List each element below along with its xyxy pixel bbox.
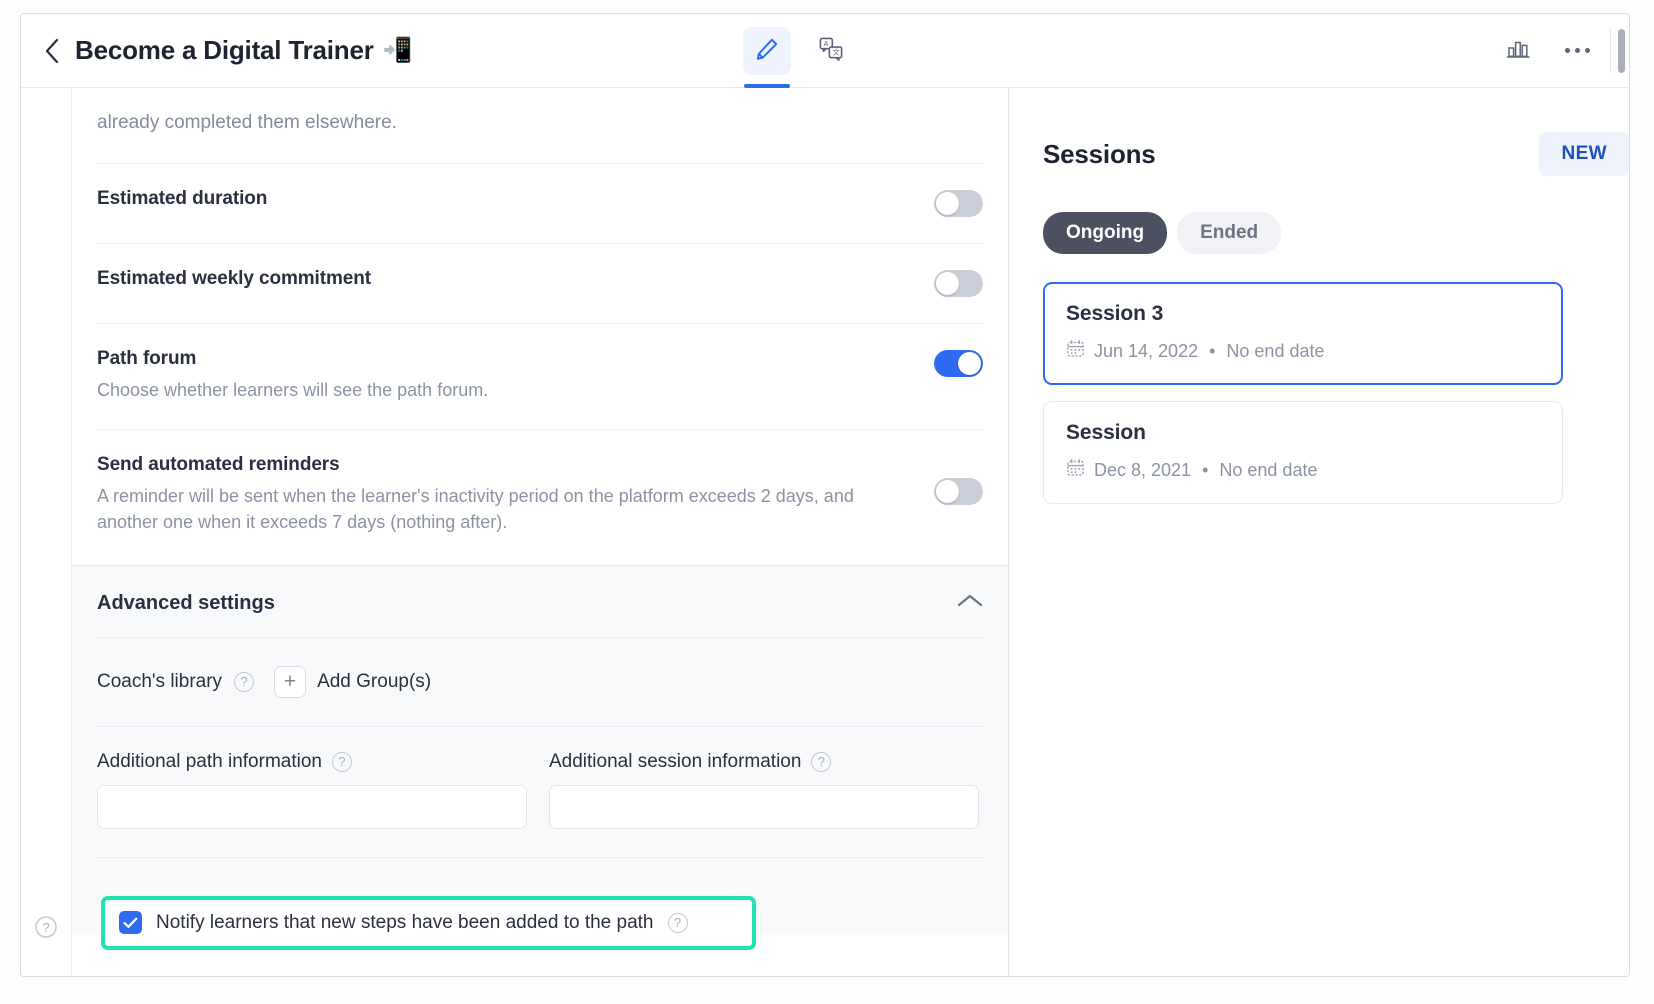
lead-paragraph: already completed them elsewhere. [97, 112, 397, 133]
setting-send-automated-reminders: Send automated reminders A reminder will… [72, 430, 1008, 535]
window-frame: Become a Digital Trainer 📲 A 文 ? already… [20, 13, 1630, 977]
header-actions [1490, 14, 1629, 87]
page-header: Become a Digital Trainer 📲 A 文 [21, 14, 1629, 88]
svg-text:?: ? [42, 920, 49, 935]
translate-icon: A 文 [818, 36, 844, 67]
session-card-session[interactable]: Session Dec 8, 2021 • No end date [1043, 401, 1563, 504]
app-root: Become a Digital Trainer 📲 A 文 ? already… [0, 0, 1654, 1004]
advanced-settings-title: Advanced settings [97, 591, 275, 614]
additional-path-information-help-icon[interactable]: ? [331, 751, 352, 772]
toggle-estimated-weekly-commitment[interactable] [934, 269, 983, 297]
session-start-date: Jun 14, 2022 [1094, 340, 1199, 361]
filter-ongoing[interactable]: Ongoing [1043, 212, 1168, 254]
session-start-date: Dec 8, 2021 [1094, 459, 1192, 480]
session-card-session-3[interactable]: Session 3 Jun 14, 2022 • No end date [1043, 282, 1563, 385]
header-divider [1610, 28, 1611, 73]
statistics-button[interactable] [1490, 14, 1548, 87]
coach-library-row: Coach's library ? + Add Group(s) [72, 638, 1008, 726]
notify-highlight-box: Notify learners that new steps have been… [101, 896, 756, 950]
additional-path-information-field: Additional path information ? [97, 751, 527, 829]
session-name: Session 3 [1066, 302, 1164, 325]
tab-translate[interactable]: A 文 [807, 27, 855, 75]
additional-path-information-input[interactable] [97, 784, 527, 829]
additional-path-information-label: Additional path information [97, 750, 322, 772]
chevron-left-icon [43, 37, 61, 65]
toggle-estimated-duration[interactable] [934, 189, 983, 217]
setting-title: Estimated weekly commitment [97, 267, 371, 289]
notify-learners-row[interactable]: Notify learners that new steps have been… [105, 900, 752, 946]
header-tab-group: A 文 [743, 14, 855, 88]
settings-pane: ? already completed them elsewhere. Esti… [21, 88, 1009, 976]
toggle-knob [936, 271, 959, 295]
divider [97, 856, 983, 858]
setting-estimated-weekly-commitment: Estimated weekly commitment [72, 244, 1008, 297]
mobile-phone-arrow-emoji: 📲 [382, 36, 413, 64]
additional-information-row: Additional path information ? Additional… [72, 727, 1008, 829]
session-separator: • [1209, 340, 1216, 361]
svg-text:文: 文 [833, 47, 840, 56]
filter-ended[interactable]: Ended [1177, 212, 1282, 254]
setting-description: A reminder will be sent when the learner… [97, 485, 854, 532]
page-title: Become a Digital Trainer 📲 [75, 35, 413, 66]
session-end-date: No end date [1219, 459, 1318, 480]
advanced-settings-header[interactable]: Advanced settings [72, 566, 1008, 637]
more-options-icon [1564, 48, 1590, 53]
toggle-path-forum[interactable] [934, 349, 983, 377]
calendar-icon [1066, 458, 1085, 482]
session-meta: Jun 14, 2022 • No end date [1066, 339, 1540, 363]
plus-icon: + [274, 665, 307, 698]
sessions-pane: Sessions NEW Ongoing Ended Session 3 Jun… [1009, 88, 1629, 976]
session-name: Session [1066, 421, 1146, 444]
more-options-button[interactable] [1548, 14, 1606, 87]
new-session-button[interactable]: NEW [1539, 132, 1629, 176]
left-rail: ? [21, 88, 72, 976]
setting-title: Path forum [97, 347, 197, 369]
page-body: ? already completed them elsewhere. Esti… [21, 88, 1629, 976]
sessions-list: Session 3 Jun 14, 2022 • No end date Ses… [1009, 254, 1629, 504]
setting-title: Estimated duration [97, 187, 268, 209]
session-meta: Dec 8, 2021 • No end date [1066, 458, 1540, 482]
page-scrollbar[interactable] [1615, 28, 1627, 73]
setting-title: Send automated reminders [97, 453, 340, 475]
notify-learners-label: Notify learners that new steps have been… [156, 911, 654, 933]
setting-estimated-duration: Estimated duration [72, 164, 1008, 217]
coach-library-label: Coach's library [97, 670, 223, 692]
chevron-up-icon[interactable] [957, 593, 983, 614]
advanced-settings-section: Advanced settings Coach's library ? + Ad… [72, 564, 1008, 935]
session-end-date: No end date [1226, 340, 1325, 361]
toggle-knob [936, 191, 959, 215]
add-groups-label: Add Group(s) [317, 670, 432, 692]
bar-chart-icon [1506, 36, 1532, 65]
additional-session-information-input[interactable] [549, 784, 979, 829]
pencil-edit-icon [754, 36, 780, 67]
additional-session-information-label: Additional session information [549, 750, 802, 772]
sessions-header: Sessions NEW [1009, 116, 1629, 176]
add-groups-button[interactable]: + Add Group(s) [274, 665, 432, 698]
setting-description: Choose whether learners will see the pat… [97, 379, 489, 400]
additional-session-information-field: Additional session information ? [549, 751, 979, 829]
session-separator: • [1202, 459, 1209, 480]
setting-path-forum: Path forum Choose whether learners will … [72, 324, 1008, 403]
help-circle-icon[interactable]: ? [34, 915, 58, 939]
settings-card: already completed them elsewhere. Estima… [72, 88, 1009, 976]
svg-text:A: A [824, 40, 829, 47]
sessions-filter-group: Ongoing Ended [1009, 176, 1629, 254]
page-title-text: Become a Digital Trainer [75, 35, 374, 65]
coach-library-help-icon[interactable]: ? [234, 671, 255, 692]
sessions-title: Sessions [1043, 138, 1156, 169]
calendar-icon [1066, 339, 1085, 363]
toggle-knob [936, 479, 959, 503]
notify-learners-help-icon[interactable]: ? [667, 912, 688, 933]
toggle-send-automated-reminders[interactable] [934, 477, 983, 505]
tab-edit[interactable] [743, 27, 791, 88]
additional-session-information-help-icon[interactable]: ? [811, 751, 832, 772]
back-button[interactable] [29, 26, 75, 76]
notify-learners-checkbox[interactable] [119, 911, 142, 934]
toggle-knob [958, 351, 981, 375]
